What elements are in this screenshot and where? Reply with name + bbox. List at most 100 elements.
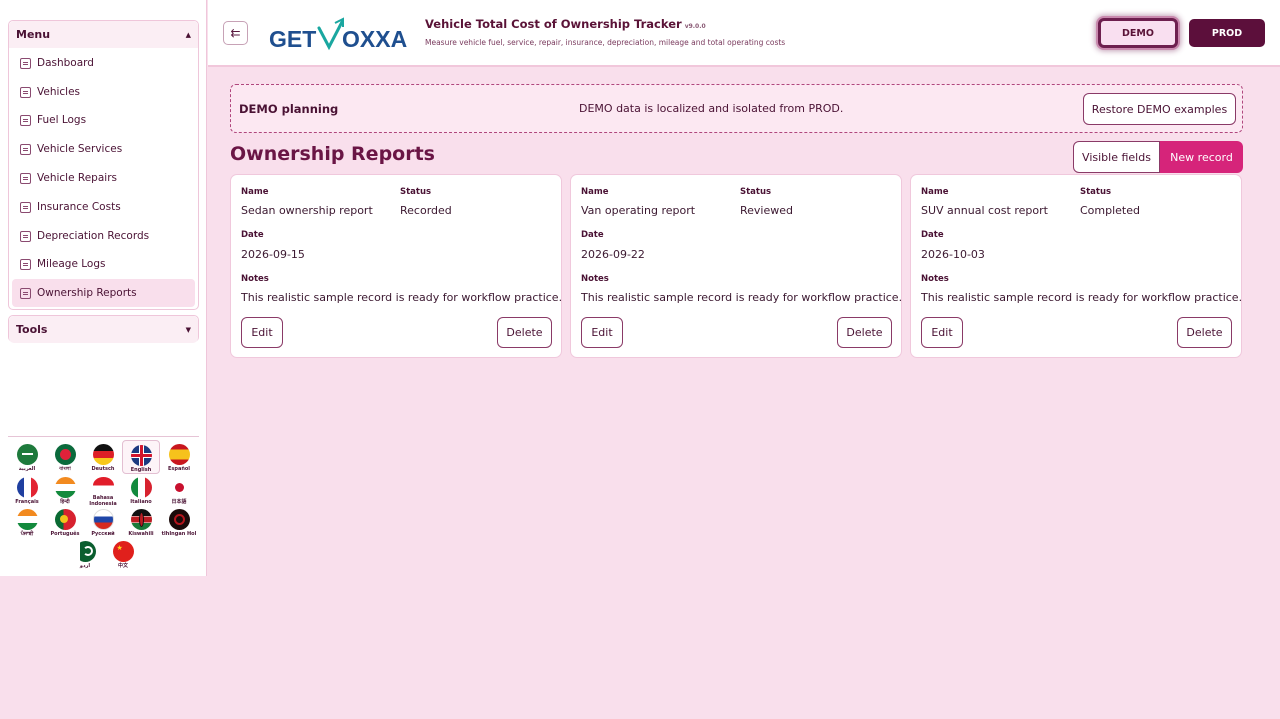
delete-button[interactable]: Delete (497, 317, 552, 348)
language-spanish[interactable]: Español (160, 440, 198, 474)
record-date: 2026-09-15 (241, 248, 305, 261)
language-label: اردو (79, 563, 91, 569)
language-label: বাংলা (59, 466, 71, 472)
flag-spain-icon (168, 444, 190, 465)
language-english[interactable]: English (122, 440, 160, 474)
logo-text-right: OXXA (342, 26, 407, 52)
app-subtitle: Measure vehicle fuel, service, repair, i… (425, 38, 786, 47)
app-title: Vehicle Total Cost of Ownership Tracker v… (425, 17, 706, 31)
record-name: Sedan ownership report (241, 204, 373, 217)
language-bengali[interactable]: বাংলা (46, 440, 84, 474)
sidebar-item-label: Vehicles (37, 86, 81, 98)
prod-environment-button[interactable]: PROD (1189, 19, 1265, 47)
sidebar-item-label: Fuel Logs (37, 114, 87, 126)
collapse-sidebar-button[interactable]: ⇇ (223, 21, 248, 45)
demo-environment-button[interactable]: DEMO (1098, 18, 1178, 48)
edit-button[interactable]: Edit (921, 317, 963, 348)
sidebar-item-vehicle-repairs[interactable]: Vehicle Repairs (12, 164, 195, 192)
banner-title: DEMO planning (239, 102, 339, 116)
language-japanese[interactable]: 日本語 (160, 473, 198, 507)
language-label: Español (167, 466, 191, 472)
flag-russia-icon (92, 509, 114, 530)
logo-text-left: GET (269, 26, 316, 52)
edit-button[interactable]: Edit (241, 317, 283, 348)
sidebar-item-dashboard[interactable]: Dashboard (12, 49, 195, 77)
flag-india-icon (54, 477, 76, 498)
field-label-status: Status (1080, 187, 1112, 197)
language-indonesian[interactable]: Bahasa Indonesia (84, 473, 122, 507)
document-list-icon (20, 172, 31, 184)
language-hindi[interactable]: हिन्दी (46, 473, 84, 507)
sidebar-item-mileage-logs[interactable]: Mileage Logs (12, 250, 195, 278)
sidebar-item-label: Mileage Logs (37, 258, 106, 270)
document-list-icon (20, 86, 31, 98)
sidebar: Menu ▲ Dashboard Vehicles Fuel Logs Vehi… (0, 0, 207, 576)
record-date: 2026-10-03 (921, 248, 985, 261)
field-label-date: Date (241, 230, 264, 240)
language-italian[interactable]: Italiano (122, 473, 160, 507)
sidebar-item-ownership-reports[interactable]: Ownership Reports (12, 279, 195, 307)
edit-button[interactable]: Edit (581, 317, 623, 348)
record-status: Recorded (400, 204, 452, 217)
chevron-down-icon: ▼ (185, 325, 191, 334)
record-notes: This realistic sample record is ready fo… (921, 291, 1243, 304)
flag-saudi-arabia-icon (16, 444, 38, 465)
language-label: 中文 (117, 563, 128, 569)
language-german[interactable]: Deutsch (84, 440, 122, 474)
sidebar-item-depreciation-records[interactable]: Depreciation Records (12, 222, 195, 250)
sidebar-item-vehicle-services[interactable]: Vehicle Services (12, 135, 195, 163)
delete-button[interactable]: Delete (837, 317, 892, 348)
record-status: Completed (1080, 204, 1140, 217)
banner-message: DEMO data is localized and isolated from… (579, 102, 844, 115)
field-label-notes: Notes (241, 274, 269, 284)
app-title-text: Vehicle Total Cost of Ownership Tracker (425, 17, 682, 31)
record-name: SUV annual cost report (921, 204, 1048, 217)
new-record-button[interactable]: New record (1160, 141, 1243, 173)
visible-fields-button[interactable]: Visible fields (1073, 141, 1160, 173)
record-status: Reviewed (740, 204, 793, 217)
sidebar-item-insurance-costs[interactable]: Insurance Costs (12, 193, 195, 221)
flag-japan-icon (168, 477, 190, 498)
document-list-icon (20, 201, 31, 213)
sidebar-item-label: Depreciation Records (37, 230, 150, 242)
language-punjabi[interactable]: ਪੰਜਾਬੀ (8, 505, 46, 539)
flag-china-icon: ★ (112, 541, 134, 562)
flag-portugal-icon (54, 509, 76, 530)
field-label-name: Name (581, 187, 609, 197)
sidebar-item-label: Insurance Costs (37, 201, 121, 213)
document-list-icon (20, 287, 31, 299)
flag-france-icon (16, 477, 38, 498)
menu-header[interactable]: Menu ▲ (9, 21, 198, 48)
document-list-icon (20, 258, 31, 270)
flag-indonesia-icon (92, 477, 114, 494)
delete-button[interactable]: Delete (1177, 317, 1232, 348)
sidebar-item-label: Vehicle Repairs (37, 172, 117, 184)
app-version: v9.0.0 (684, 23, 706, 30)
field-label-name: Name (921, 187, 949, 197)
sidebar-item-fuel-logs[interactable]: Fuel Logs (12, 106, 195, 134)
getvoxxa-logo: GET OXXA (269, 17, 407, 52)
language-urdu[interactable]: اردو (66, 537, 104, 571)
flag-germany-icon (92, 444, 114, 465)
document-list-icon (20, 57, 31, 69)
logo-checkmark-icon (317, 20, 344, 51)
document-list-icon (20, 230, 31, 242)
divider (8, 436, 199, 437)
app-header: ⇇ GET OXXA Vehicle Total Cost of Ownersh… (208, 0, 1280, 67)
flag-uk-icon (130, 445, 152, 466)
tools-header[interactable]: Tools ▼ (9, 316, 198, 343)
language-swahili[interactable]: Kiswahili (122, 505, 160, 539)
flag-kenya-icon (130, 509, 152, 530)
language-russian[interactable]: Русский (84, 505, 122, 539)
language-arabic[interactable]: العربية (8, 440, 46, 474)
document-list-icon (20, 143, 31, 155)
language-klingon[interactable]: tlhIngan Hol (160, 505, 198, 539)
demo-banner: DEMO planning DEMO data is localized and… (230, 84, 1243, 133)
language-portuguese[interactable]: Português (46, 505, 84, 539)
record-name: Van operating report (581, 204, 696, 217)
language-french[interactable]: Français (8, 473, 46, 507)
restore-demo-examples-button[interactable]: Restore DEMO examples (1083, 93, 1236, 125)
tools-panel: Tools ▼ (8, 315, 199, 343)
language-chinese[interactable]: ★ 中文 (104, 537, 142, 571)
sidebar-item-vehicles[interactable]: Vehicles (12, 78, 195, 106)
